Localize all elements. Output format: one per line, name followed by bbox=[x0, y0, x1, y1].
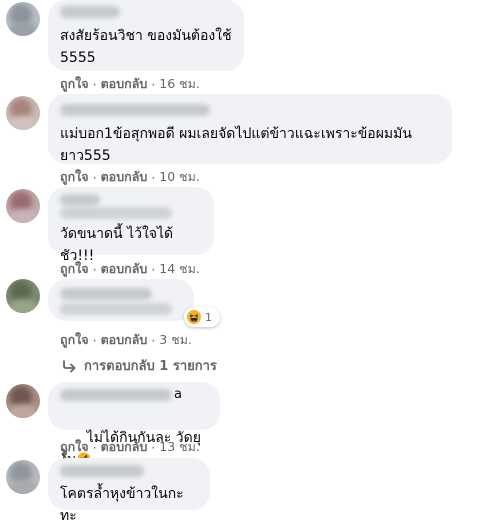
avatar[interactable] bbox=[6, 96, 40, 130]
reply-arrow-icon bbox=[63, 359, 76, 372]
separator-dot: · bbox=[92, 439, 97, 455]
avatar[interactable] bbox=[6, 460, 40, 494]
comment-timestamp[interactable]: 10 ชม. bbox=[159, 167, 200, 187]
like-button[interactable]: ถูกใจ bbox=[60, 259, 89, 279]
reaction-summary[interactable]: 1 bbox=[184, 307, 220, 327]
like-button[interactable]: ถูกใจ bbox=[60, 74, 89, 94]
like-button[interactable]: ถูกใจ bbox=[60, 330, 89, 350]
separator-dot: · bbox=[92, 261, 97, 277]
author-subline-blurred bbox=[60, 207, 172, 219]
comment-text: สงสัยร้อนวิชา ของมันต้องใช้ 5555 bbox=[60, 28, 232, 66]
separator-dot: · bbox=[151, 76, 156, 92]
author-name-blurred[interactable] bbox=[60, 389, 172, 401]
comment-bubble: แม่บอก1ข้อสุกพอดี ผมเลยจัดไปแต่ข้าวแฉะเพ… bbox=[48, 94, 452, 164]
comment-timestamp[interactable]: 16 ชม. bbox=[159, 74, 200, 94]
author-row: a bbox=[60, 388, 208, 402]
comment-timestamp[interactable]: 14 ชม. bbox=[159, 259, 200, 279]
comment-bubble: สงสัยร้อนวิชา ของมันต้องใช้ 5555 bbox=[48, 0, 244, 71]
comment-actions: ถูกใจ · ตอบกลับ · 10 ชม. bbox=[60, 167, 200, 187]
reply-button[interactable]: ตอบกลับ bbox=[101, 259, 148, 279]
avatar[interactable] bbox=[6, 189, 40, 223]
reply-button[interactable]: ตอบกลับ bbox=[101, 330, 148, 350]
separator-dot: · bbox=[92, 76, 97, 92]
author-name-blurred[interactable] bbox=[60, 6, 120, 18]
view-replies-label: การตอบกลับ 1 รายการ bbox=[84, 359, 217, 374]
author-name-blurred[interactable] bbox=[60, 104, 210, 116]
separator-dot: · bbox=[92, 169, 97, 185]
comment-actions: ถูกใจ · ตอบกลับ · 16 ชม. bbox=[60, 74, 200, 94]
separator-dot: · bbox=[92, 332, 97, 348]
comment-actions: ถูกใจ · ตอบกลับ · 13 ชม. bbox=[60, 437, 200, 457]
like-button[interactable]: ถูกใจ bbox=[60, 437, 89, 457]
reaction-count: 1 bbox=[205, 310, 212, 324]
comment-bubble: a ไม่ได้กินกันละ วัดยุงั้น bbox=[48, 382, 220, 468]
author-name-blurred[interactable] bbox=[60, 194, 100, 206]
avatar[interactable] bbox=[6, 384, 40, 418]
comment-timestamp[interactable]: 3 ชม. bbox=[159, 330, 192, 350]
comment-actions: ถูกใจ · ตอบกลับ · 14 ชม. bbox=[60, 259, 200, 279]
comment-bubble: วัดขนาดนี้ ไว้ใจได้ชัว!!! bbox=[48, 187, 214, 264]
separator-dot: · bbox=[151, 332, 156, 348]
separator-dot: · bbox=[151, 169, 156, 185]
reply-button[interactable]: ตอบกลับ bbox=[101, 74, 148, 94]
comment-bubble: โคตรล้ำหุงข้าวในกะทะ bbox=[48, 458, 210, 524]
author-name-blurred[interactable] bbox=[60, 465, 144, 477]
reply-button[interactable]: ตอบกลับ bbox=[101, 167, 148, 187]
author-name-tail: a bbox=[174, 387, 182, 402]
comment-timestamp[interactable]: 13 ชม. bbox=[159, 437, 200, 457]
author-name-blurred[interactable] bbox=[60, 288, 152, 300]
comment-text-blurred bbox=[60, 303, 172, 315]
haha-emoji-icon bbox=[187, 310, 201, 324]
reply-button[interactable]: ตอบกลับ bbox=[101, 437, 148, 457]
view-replies-link[interactable]: การตอบกลับ 1 รายการ bbox=[62, 355, 217, 376]
avatar[interactable] bbox=[6, 279, 40, 313]
like-button[interactable]: ถูกใจ bbox=[60, 167, 89, 187]
separator-dot: · bbox=[151, 439, 156, 455]
separator-dot: · bbox=[151, 261, 156, 277]
avatar[interactable] bbox=[6, 2, 40, 36]
comment-actions: ถูกใจ · ตอบกลับ · 3 ชม. bbox=[60, 330, 192, 350]
comment-text: แม่บอก1ข้อสุกพอดี ผมเลยจัดไปแต่ข้าวแฉะเพ… bbox=[60, 126, 412, 164]
comment-bubble bbox=[48, 279, 194, 321]
comment-text: โคตรล้ำหุงข้าวในกะทะ bbox=[60, 486, 184, 524]
